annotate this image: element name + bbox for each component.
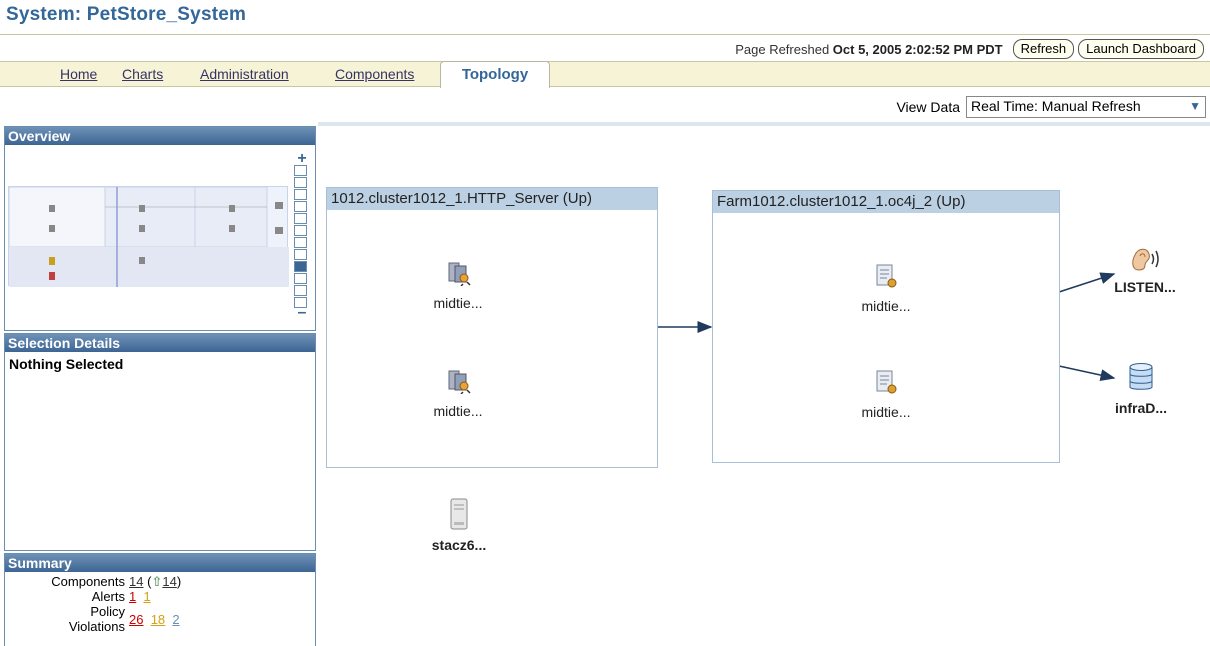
ear-listener-icon xyxy=(1132,248,1159,271)
refresh-button[interactable]: Refresh xyxy=(1012,39,1075,59)
listener-node[interactable]: LISTEN... xyxy=(1105,244,1185,295)
launch-dashboard-button[interactable]: Launch Dashboard xyxy=(1078,39,1204,59)
zoom-in-icon[interactable]: + xyxy=(294,151,310,167)
summary-row-components: Components 14 (⇧14) xyxy=(5,574,183,589)
oc4j-node-2-label: midtie... xyxy=(861,404,911,420)
zoom-level[interactable] xyxy=(294,189,307,200)
tab-components[interactable]: Components xyxy=(335,66,414,82)
zoom-level[interactable] xyxy=(294,285,307,296)
server-cluster-icon xyxy=(448,370,471,395)
view-data-select[interactable]: Real Time: Manual Refresh ▼ xyxy=(966,96,1206,118)
refresh-status: Page Refreshed Oct 5, 2005 2:02:52 PM PD… xyxy=(735,42,1002,57)
summary-row-alerts: Alerts 1 1 xyxy=(5,589,183,604)
zoom-level[interactable] xyxy=(294,237,307,248)
database-node[interactable]: infraD... xyxy=(1101,361,1181,416)
overview-panel: Overview + – xyxy=(4,126,316,331)
canvas-top-band xyxy=(318,122,1210,126)
zoom-control: + – xyxy=(294,151,310,321)
http-node-1[interactable]: midtie... xyxy=(413,260,503,311)
http-node-2[interactable]: midtie... xyxy=(413,368,503,419)
server-tower-icon xyxy=(450,498,468,530)
components-up-link[interactable]: 14 xyxy=(162,574,176,589)
zoom-level[interactable] xyxy=(294,249,307,260)
oc4j-group-title: Farm1012.cluster1012_1.oc4j_2 (Up) xyxy=(713,191,1059,213)
tab-topology[interactable]: Topology xyxy=(440,61,550,88)
chevron-down-icon: ▼ xyxy=(1189,99,1201,113)
zoom-level[interactable] xyxy=(294,177,307,188)
view-data-label: View Data xyxy=(896,99,960,115)
server-cluster-icon xyxy=(448,262,471,287)
host-node[interactable]: stacz6... xyxy=(419,498,499,553)
overview-header: Overview xyxy=(5,127,315,145)
policy-critical-link[interactable]: 26 xyxy=(129,612,143,627)
http-node-2-label: midtie... xyxy=(433,403,483,419)
oc4j-group[interactable]: Farm1012.cluster1012_1.oc4j_2 (Up) midti… xyxy=(712,190,1060,463)
http-node-1-label: midtie... xyxy=(433,295,483,311)
oc4j-node-1-label: midtie... xyxy=(861,298,911,314)
refresh-label: Page Refreshed xyxy=(735,41,830,57)
http-server-group[interactable]: 1012.cluster1012_1.HTTP_Server (Up) midt… xyxy=(326,187,658,468)
policy-warning-link[interactable]: 18 xyxy=(151,612,165,627)
overview-thumbnail xyxy=(8,186,289,287)
zoom-out-icon[interactable]: – xyxy=(294,305,310,321)
summary-row-policy: Policy Violations 26 18 2 xyxy=(5,604,183,634)
tab-administration[interactable]: Administration xyxy=(200,66,289,82)
selection-details-panel: Selection Details Nothing Selected xyxy=(4,333,316,551)
database-node-label: infraD... xyxy=(1114,400,1168,416)
http-server-group-title: 1012.cluster1012_1.HTTP_Server (Up) xyxy=(327,188,657,210)
page-title: System: PetStore_System xyxy=(6,4,247,25)
zoom-level[interactable] xyxy=(294,225,307,236)
database-icon xyxy=(1129,363,1153,390)
overview-map[interactable] xyxy=(8,186,289,287)
zoom-level[interactable] xyxy=(294,213,307,224)
zoom-level[interactable] xyxy=(294,201,307,212)
zoom-level[interactable] xyxy=(294,273,307,284)
tab-bar: Home Charts Administration Components To… xyxy=(0,61,1210,88)
selection-text: Nothing Selected xyxy=(9,356,124,372)
policy-violations-label: Policy Violations xyxy=(5,604,127,634)
host-node-label: stacz6... xyxy=(431,537,487,553)
selection-details-header: Selection Details xyxy=(5,334,315,352)
policy-info-link[interactable]: 2 xyxy=(172,612,179,627)
alerts-critical-link[interactable]: 1 xyxy=(129,589,136,604)
title-divider xyxy=(0,34,1210,35)
policy-label-line1: Policy xyxy=(90,604,125,619)
view-data-value: Real Time: Manual Refresh xyxy=(971,98,1141,114)
summary-table: Components 14 (⇧14) Alerts 1 1 Policy Vi… xyxy=(5,574,183,634)
app-module-icon xyxy=(876,370,897,394)
summary-panel: Summary Components 14 (⇧14) Alerts 1 1 P… xyxy=(4,553,316,646)
components-up: (⇧14) xyxy=(147,574,182,589)
tab-home[interactable]: Home xyxy=(60,66,97,82)
view-data-row: View Data Real Time: Manual Refresh ▼ xyxy=(896,96,1206,118)
policy-label-line2: Violations xyxy=(68,619,125,634)
refresh-time: Oct 5, 2005 2:02:52 PM PDT xyxy=(832,41,1003,57)
oc4j-node-1[interactable]: midtie... xyxy=(841,263,931,314)
components-count-link[interactable]: 14 xyxy=(129,574,143,589)
summary-header: Summary xyxy=(5,554,315,572)
oc4j-node-2[interactable]: midtie... xyxy=(841,369,931,420)
arrow-up-icon: ⇧ xyxy=(151,574,163,589)
components-label: Components xyxy=(51,574,125,589)
alerts-label: Alerts xyxy=(91,589,125,604)
alerts-warning-link[interactable]: 1 xyxy=(143,589,150,604)
listener-node-label: LISTEN... xyxy=(1114,279,1176,295)
app-module-icon xyxy=(876,264,897,288)
refresh-bar: Page Refreshed Oct 5, 2005 2:02:52 PM PD… xyxy=(735,38,1204,60)
tab-charts[interactable]: Charts xyxy=(122,66,163,82)
zoom-level-current[interactable] xyxy=(294,261,307,272)
